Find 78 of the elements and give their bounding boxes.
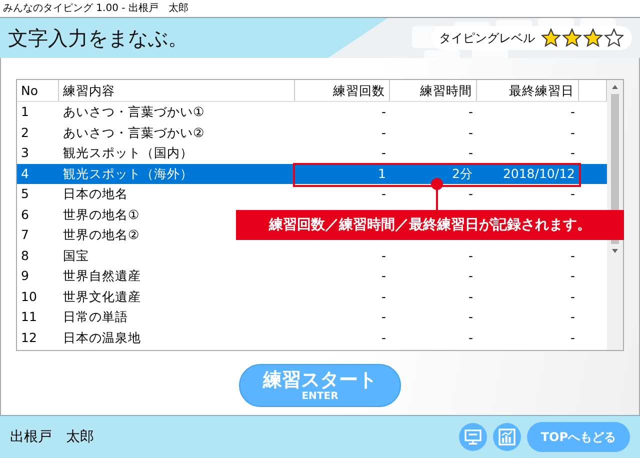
table-row[interactable]: 3 観光スポット（国内） - - - bbox=[17, 143, 607, 164]
table-cell: - bbox=[570, 248, 575, 262]
table-cell: - bbox=[381, 104, 386, 119]
table-cell: - bbox=[570, 145, 575, 160]
table-cell: 4 bbox=[21, 166, 29, 180]
table-cell: - bbox=[381, 309, 386, 324]
table-cell: - bbox=[381, 124, 386, 140]
table-cell: 日本の地名 bbox=[63, 186, 128, 201]
table-cell: 世界自然遺産 bbox=[63, 268, 141, 283]
table-cell: 世界文化遺産 bbox=[63, 288, 141, 304]
table-cell: 国宝 bbox=[63, 248, 89, 262]
table-cell: - bbox=[381, 268, 386, 283]
user-name: 出根戸 太郎 bbox=[10, 428, 94, 446]
table-cell: あいさつ・言葉づかい② bbox=[63, 124, 204, 140]
table-cell: 12 bbox=[21, 330, 37, 344]
table-row[interactable]: 9 世界自然遺産 - - - bbox=[17, 266, 607, 286]
table-cell: - bbox=[570, 309, 575, 324]
table-cell: - bbox=[468, 288, 473, 304]
table-cell: - bbox=[381, 288, 386, 304]
table-cell: 1 bbox=[21, 104, 29, 119]
table-cell: - bbox=[468, 186, 473, 201]
table-cell: - bbox=[468, 145, 473, 160]
table-row[interactable]: 8 国宝 - - - bbox=[17, 246, 607, 266]
page-title: 文字入力をまなぶ。 bbox=[8, 24, 188, 52]
table-cell: - bbox=[468, 268, 473, 283]
table-row[interactable]: 12 日本の温泉地 - - - bbox=[17, 328, 607, 348]
table-row[interactable]: 5 日本の地名 - - - bbox=[17, 184, 607, 204]
table-cell: あいさつ・言葉づかい① bbox=[63, 104, 204, 119]
table-row[interactable]: 2 あいさつ・言葉づかい② - - - bbox=[17, 122, 607, 143]
filled-star-icon bbox=[562, 28, 582, 48]
column-header[interactable]: 練習回数 bbox=[295, 80, 390, 101]
table-cell: - bbox=[468, 330, 473, 344]
table-cell: - bbox=[468, 309, 473, 324]
window-title: みんなのタイピング 1.00 - 出根戸 太郎 bbox=[3, 3, 188, 14]
table-row[interactable]: 10 世界文化遺産 - - - bbox=[17, 286, 607, 307]
table-cell: 日常の単語 bbox=[63, 309, 128, 324]
table-cell: - bbox=[570, 268, 575, 283]
table-cell: - bbox=[381, 145, 386, 160]
table-cell: - bbox=[381, 186, 386, 201]
table-cell: - bbox=[468, 104, 473, 119]
table-cell: - bbox=[570, 124, 575, 140]
table-cell: 8 bbox=[21, 248, 29, 262]
callout-tooltip: 練習回数／練習時間／最終練習日が記録されます。 bbox=[236, 210, 624, 240]
table-cell: 日本の温泉地 bbox=[63, 330, 141, 344]
column-header[interactable]: 練習時間 bbox=[390, 80, 477, 101]
table-cell: 世界の地名① bbox=[63, 206, 140, 222]
table-cell: 2018/10/12 bbox=[502, 166, 575, 180]
table-cell: 世界の地名② bbox=[63, 227, 140, 242]
table-row[interactable]: 1 あいさつ・言葉づかい① - - - bbox=[17, 102, 607, 122]
filled-star-icon bbox=[541, 28, 561, 48]
table-cell: 観光スポット（国内） bbox=[63, 145, 193, 160]
table-cell: - bbox=[468, 248, 473, 262]
column-header[interactable]: 最終練習日 bbox=[477, 80, 579, 101]
column-header[interactable]: No bbox=[17, 80, 59, 101]
table-cell: 1 bbox=[378, 166, 386, 180]
table-row[interactable]: 4 観光スポット（海外） 1 2分 2018/10/12 bbox=[17, 164, 607, 184]
column-header[interactable]: 練習内容 bbox=[59, 80, 295, 101]
table-cell: 2 bbox=[21, 124, 29, 140]
table-cell: - bbox=[570, 330, 575, 344]
table-cell: 9 bbox=[21, 268, 29, 283]
table-cell: 5 bbox=[21, 186, 29, 201]
table-cell: - bbox=[570, 104, 575, 119]
leader-line bbox=[430, 176, 444, 210]
filled-star-icon bbox=[583, 28, 603, 48]
table-cell: 3 bbox=[21, 145, 29, 160]
table-cell: 11 bbox=[21, 309, 37, 324]
table-cell: - bbox=[381, 330, 386, 344]
table-cell: - bbox=[468, 124, 473, 140]
table-cell: 10 bbox=[21, 288, 37, 304]
table-cell: 6 bbox=[21, 206, 29, 222]
table-row[interactable]: 11 日常の単語 - - - bbox=[17, 307, 607, 328]
table-cell: 2分 bbox=[452, 166, 473, 180]
table-cell: - bbox=[570, 288, 575, 304]
level-label: タイピングレベル bbox=[439, 30, 535, 46]
table-cell: - bbox=[381, 248, 386, 262]
table-cell: 観光スポット（海外） bbox=[63, 166, 193, 180]
table-cell: - bbox=[570, 186, 575, 201]
table-cell: 7 bbox=[21, 227, 29, 242]
